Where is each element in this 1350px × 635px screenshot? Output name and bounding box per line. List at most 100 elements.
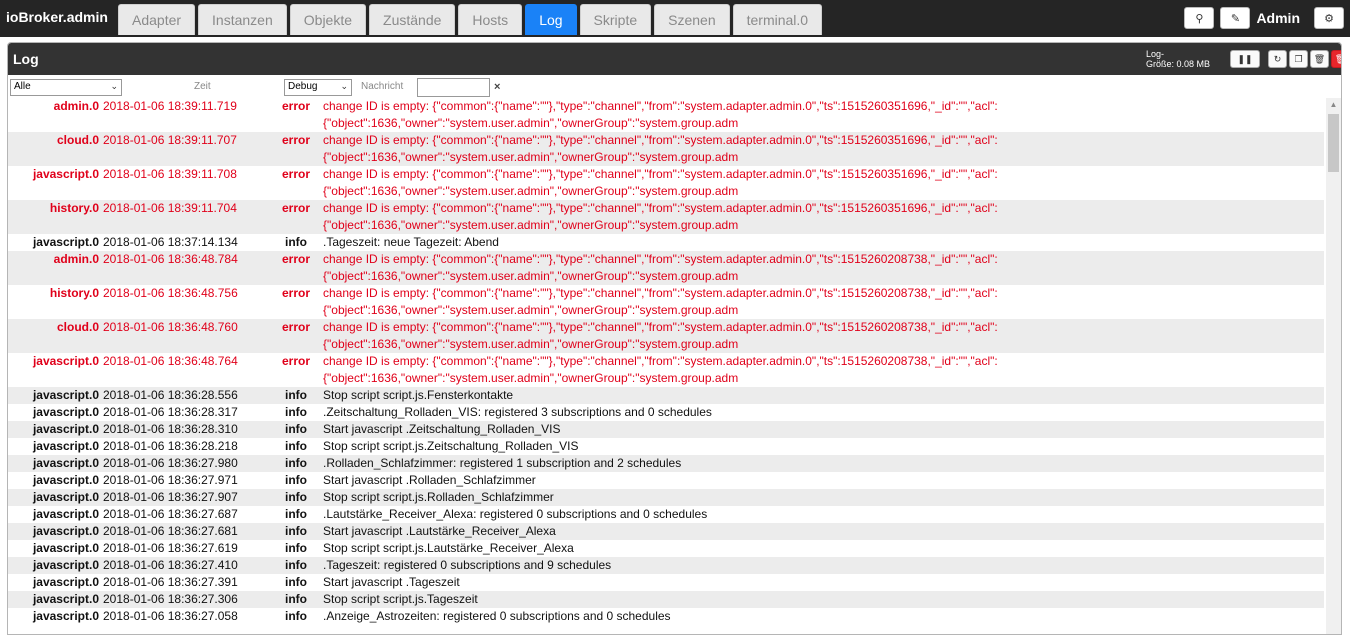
log-message-line: Stop script script.js.Lautstärke_Receive… bbox=[323, 541, 574, 555]
log-message-line: .Rolladen_Schlafzimmer: registered 1 sub… bbox=[323, 456, 682, 470]
edit-button[interactable]: ✎ bbox=[1220, 7, 1251, 29]
log-source: cloud.0 bbox=[8, 132, 101, 166]
tab-hosts[interactable]: Hosts bbox=[458, 4, 523, 35]
log-row: javascript.0 2018-01-06 18:36:28.310 info S… bbox=[8, 421, 1324, 438]
log-row: javascript.0 2018-01-06 18:36:27.687 info.… bbox=[8, 506, 1324, 523]
log-row: javascript.0 2018-01-06 18:36:27.391 info S… bbox=[8, 574, 1324, 591]
level-filter-select[interactable]: Debug ⌄ bbox=[284, 79, 352, 96]
edit-icon: ✎ bbox=[1230, 12, 1241, 25]
app-brand[interactable]: ioBroker.admin bbox=[6, 9, 108, 25]
log-table: admin.0 2018-01-06 18:39:11.719 error chang… bbox=[8, 98, 1324, 625]
clear-filter-icon[interactable]: × bbox=[494, 81, 500, 93]
search-icon: ⚲ bbox=[1195, 12, 1204, 25]
log-timestamp: 2018-01-06 18:39:11.707 bbox=[101, 132, 271, 166]
log-severity: info bbox=[271, 404, 321, 421]
log-message-line: change ID is empty: {"common":{"name":""… bbox=[323, 320, 998, 334]
log-message: .Tageszeit: registered 0 subscriptions a… bbox=[321, 557, 1324, 574]
log-row: cloud.0 2018-01-06 18:36:48.760 error chang… bbox=[8, 319, 1324, 353]
log-timestamp: 2018-01-06 18:36:48.756 bbox=[101, 285, 271, 319]
tab-objekte[interactable]: Objekte bbox=[289, 4, 367, 35]
log-row: javascript.0 2018-01-06 18:36:27.681 info S… bbox=[8, 523, 1324, 540]
message-filter-input[interactable] bbox=[417, 78, 490, 97]
tab-log[interactable]: Log bbox=[525, 4, 577, 35]
tab-instanzen[interactable]: Instanzen bbox=[198, 4, 287, 35]
log-message-line: .Tageszeit: neue Tagezeit: Abend bbox=[323, 235, 499, 249]
log-message-line: change ID is empty: {"common":{"name":""… bbox=[323, 201, 998, 215]
log-message-line: Start javascript .Zeitschaltung_Rolladen… bbox=[323, 422, 561, 436]
chevron-down-icon: ⌄ bbox=[340, 81, 348, 91]
log-severity: info bbox=[271, 421, 321, 438]
log-source: javascript.0 bbox=[8, 438, 101, 455]
scroll-thumb[interactable] bbox=[1328, 114, 1339, 172]
log-source: javascript.0 bbox=[8, 591, 101, 608]
log-message: Stop script script.js.Rolladen_Schlafzim… bbox=[321, 489, 1324, 506]
log-message: Stop script script.js.Zeitschaltung_Roll… bbox=[321, 438, 1324, 455]
log-message-line: change ID is empty: {"common":{"name":""… bbox=[323, 133, 998, 147]
log-filters: Alle ⌄ Zeit Debug ⌄ Nachricht × bbox=[8, 77, 1341, 99]
log-severity: error bbox=[271, 285, 321, 319]
log-severity: info bbox=[271, 489, 321, 506]
log-row: history.0 2018-01-06 18:36:48.756 error cha… bbox=[8, 285, 1324, 319]
tab-adapter[interactable]: Adapter bbox=[118, 4, 196, 35]
top-right-actions: ⚲ ✎ Admin ⚙ bbox=[1184, 6, 1350, 30]
log-message-line: .Anzeige_Astrozeiten: registered 0 subsc… bbox=[323, 609, 671, 623]
pause-icon: ❚❚ bbox=[1237, 53, 1253, 64]
log-row: javascript.0 2018-01-06 18:36:27.058 info.… bbox=[8, 608, 1324, 625]
log-message-line: Start javascript .Rolladen_Schlafzimmer bbox=[323, 473, 536, 487]
log-severity: info bbox=[271, 540, 321, 557]
log-row: javascript.0 2018-01-06 18:36:27.306 info S… bbox=[8, 591, 1324, 608]
log-message-line: {"object":1636,"owner":"system.user.admi… bbox=[323, 184, 739, 198]
log-row: javascript.0 2018-01-06 18:36:28.218 info S… bbox=[8, 438, 1324, 455]
log-scrollbar[interactable]: ▲ bbox=[1326, 98, 1341, 634]
log-message-line: .Lautstärke_Receiver_Alexa: registered 0… bbox=[323, 507, 708, 521]
refresh-button[interactable]: ↻ bbox=[1268, 50, 1287, 68]
log-severity: info bbox=[271, 455, 321, 472]
tab-terminal-0[interactable]: terminal.0 bbox=[732, 4, 823, 35]
log-timestamp: 2018-01-06 18:36:27.058 bbox=[101, 608, 271, 625]
pause-button[interactable]: ❚❚ bbox=[1230, 50, 1260, 68]
log-source: javascript.0 bbox=[8, 506, 101, 523]
log-message-line: Start javascript .Lautstärke_Receiver_Al… bbox=[323, 524, 556, 538]
log-message: .Lautstärke_Receiver_Alexa: registered 0… bbox=[321, 506, 1324, 523]
trash-red-icon: 🗑 bbox=[1335, 54, 1341, 65]
log-severity: error bbox=[271, 251, 321, 285]
tab-szenen[interactable]: Szenen bbox=[654, 4, 730, 35]
log-actions: ❚❚ ↻ ❐ 🗑 🗑 bbox=[1230, 50, 1341, 68]
log-source: admin.0 bbox=[8, 98, 101, 132]
log-severity: error bbox=[271, 319, 321, 353]
log-message-line: {"object":1636,"owner":"system.user.admi… bbox=[323, 337, 739, 351]
delete-log-button[interactable]: 🗑 bbox=[1331, 50, 1341, 68]
log-timestamp: 2018-01-06 18:36:27.980 bbox=[101, 455, 271, 472]
user-name[interactable]: Admin bbox=[1256, 10, 1300, 26]
log-message: .Tageszeit: neue Tagezeit: Abend bbox=[321, 234, 1324, 251]
log-message: change ID is empty: {"common":{"name":""… bbox=[321, 319, 1324, 353]
source-filter-select[interactable]: Alle ⌄ bbox=[10, 79, 122, 96]
log-timestamp: 2018-01-06 18:39:11.719 bbox=[101, 98, 271, 132]
log-message: Start javascript .Tageszeit bbox=[321, 574, 1324, 591]
clear-list-button[interactable]: 🗑 bbox=[1310, 50, 1329, 68]
log-message-line: Start javascript .Tageszeit bbox=[323, 575, 460, 589]
log-row: cloud.0 2018-01-06 18:39:11.707 error chang… bbox=[8, 132, 1324, 166]
tab-skripte[interactable]: Skripte bbox=[579, 4, 652, 35]
log-source: javascript.0 bbox=[8, 608, 101, 625]
copy-button[interactable]: ❐ bbox=[1289, 50, 1308, 68]
log-row: history.0 2018-01-06 18:39:11.704 error cha… bbox=[8, 200, 1324, 234]
log-message: .Rolladen_Schlafzimmer: registered 1 sub… bbox=[321, 455, 1324, 472]
copy-icon: ❐ bbox=[1294, 53, 1303, 64]
log-severity: info bbox=[271, 438, 321, 455]
log-message-line: change ID is empty: {"common":{"name":""… bbox=[323, 167, 998, 181]
log-message: change ID is empty: {"common":{"name":""… bbox=[321, 132, 1324, 166]
log-source: javascript.0 bbox=[8, 421, 101, 438]
log-source: javascript.0 bbox=[8, 574, 101, 591]
log-row: javascript.0 2018-01-06 18:36:28.556 info S… bbox=[8, 387, 1324, 404]
tab-zust-nde[interactable]: Zustände bbox=[369, 4, 456, 35]
log-message-line: {"object":1636,"owner":"system.user.admi… bbox=[323, 269, 739, 283]
search-button[interactable]: ⚲ bbox=[1184, 7, 1215, 29]
main-tabs: Adapter Instanzen Objekte Zustände Hosts Log S… bbox=[118, 4, 825, 35]
log-table-container[interactable]: admin.0 2018-01-06 18:39:11.719 error chang… bbox=[8, 98, 1341, 634]
scroll-up-arrow[interactable]: ▲ bbox=[1326, 98, 1341, 112]
log-severity: error bbox=[271, 166, 321, 200]
settings-button[interactable]: ⚙ bbox=[1314, 7, 1344, 29]
time-column-label: Zeit bbox=[194, 81, 211, 92]
gear-icon: ⚙ bbox=[1324, 12, 1334, 25]
